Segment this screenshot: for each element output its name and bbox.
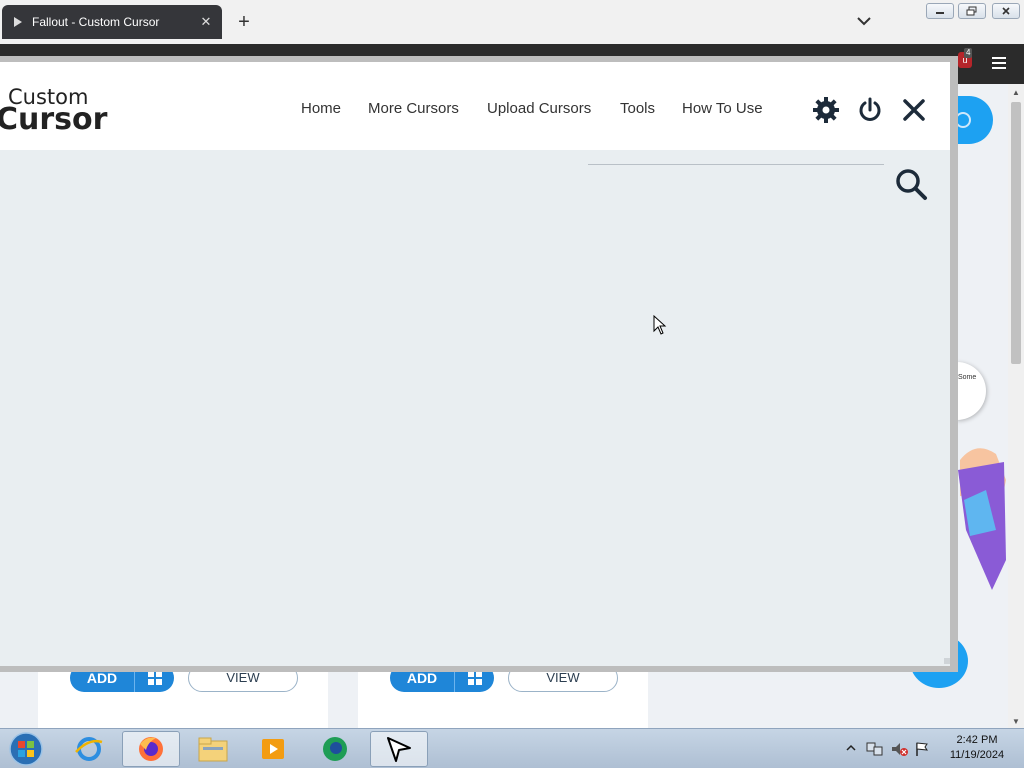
page-scrollbar[interactable]: ▲ ▼ [1008,84,1024,728]
panel-header: Custom Cursor Home More Cursors Upload C… [0,62,950,150]
nav-home[interactable]: Home [301,100,341,117]
action-center-flag-icon[interactable] [914,741,930,757]
nav-upload-cursors[interactable]: Upload Cursors [487,100,591,117]
browser-tab[interactable]: Fallout - Custom Cursor ✕ [2,5,222,39]
app-green-icon[interactable] [306,731,364,767]
mouse-pointer-icon [653,315,667,335]
custom-cursor-logo[interactable]: Custom Cursor [0,84,118,137]
nav-more-cursors[interactable]: More Cursors [368,100,459,117]
add-label: ADD [406,670,438,686]
ublock-extension-icon[interactable]: u4 [958,48,973,68]
scrollbar-thumb[interactable] [1011,102,1021,364]
file-explorer-icon[interactable] [184,731,242,767]
panel-body: Custom Cursor Home More Cursors Upload C… [0,62,950,666]
internet-explorer-icon[interactable] [60,731,118,767]
nav-how-to-use[interactable]: How To Use [682,100,763,117]
browser-tab-bar: Fallout - Custom Cursor ✕ + [0,0,1024,44]
power-icon[interactable] [856,96,884,124]
tab-close-icon[interactable]: ✕ [198,14,214,30]
volume-muted-icon[interactable] [890,741,908,757]
firefox-icon[interactable] [122,731,180,767]
windows-taskbar: 2:42 PM 11/19/2024 [0,728,1024,768]
tab-list-chevron-icon[interactable] [856,14,872,28]
window-close-icon [1002,7,1010,15]
media-player-icon[interactable] [244,731,302,767]
clock-time: 2:42 PM [956,734,998,746]
scroll-down-icon[interactable]: ▼ [1012,717,1020,726]
custom-cursor-panel: Custom Cursor Home More Cursors Upload C… [0,56,958,672]
add-label: ADD [86,670,118,686]
taskbar-clock[interactable]: 2:42 PM 11/19/2024 [938,733,1016,763]
close-icon[interactable] [900,96,928,124]
search-icon[interactable] [893,166,929,202]
gear-icon[interactable] [812,96,840,124]
minimize-icon [936,12,944,14]
restore-button[interactable] [958,3,986,19]
network-icon[interactable] [866,741,884,757]
window-close-button[interactable] [992,3,1020,19]
refresh-icon [955,112,971,128]
restore-icon [966,6,977,16]
logo-line2: Cursor [0,102,108,134]
new-tab-button[interactable]: + [234,11,254,34]
nav-tools[interactable]: Tools [620,100,655,117]
scroll-up-icon[interactable]: ▲ [1012,88,1020,97]
panel-resize-handle[interactable] [944,658,950,664]
mascot-illustration [958,448,1006,590]
search-input[interactable] [588,164,884,165]
minimize-button[interactable] [926,3,954,19]
cursor-favicon-icon [14,17,22,27]
start-orb[interactable] [6,731,46,767]
extension-badge-count: 4 [964,48,973,58]
tab-title: Fallout - Custom Cursor [32,15,160,29]
show-hidden-icons-icon[interactable] [846,743,856,753]
clock-date: 11/19/2024 [949,749,1005,761]
background-floating-button[interactable] [955,96,993,144]
custom-cursor-icon[interactable] [370,731,428,767]
bubble-text: Some [958,374,977,381]
browser-menu-icon[interactable] [992,57,1006,69]
